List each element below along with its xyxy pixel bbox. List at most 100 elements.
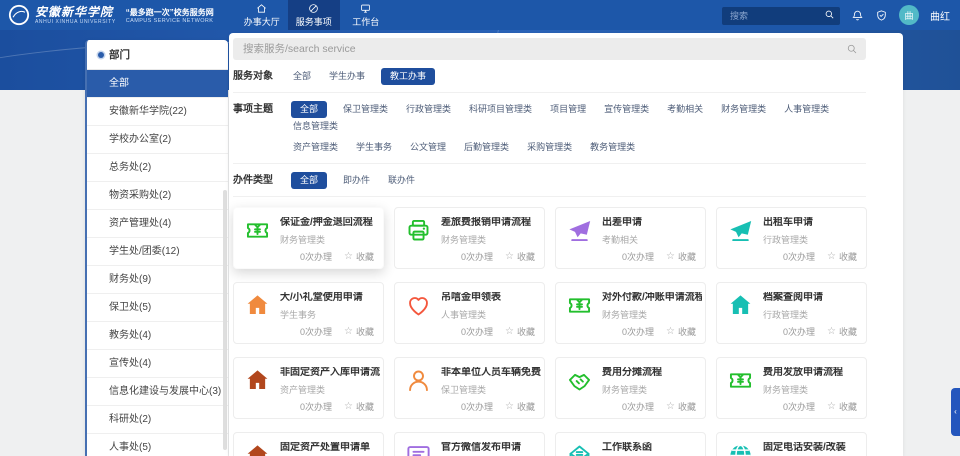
service-card[interactable]: 费用发放申请流程 财务管理类 0次办理 ☆ 收藏 xyxy=(716,357,867,419)
sidebar-item[interactable]: 学生处/团委(12) xyxy=(87,238,228,266)
service-title: 大/小礼堂使用申请 xyxy=(280,292,363,303)
service-title: 吊唁金申领表 xyxy=(441,292,501,303)
filter-option[interactable]: 信息管理类 xyxy=(291,118,340,135)
favorite-button[interactable]: ☆ 收藏 xyxy=(666,400,696,413)
site-tagline-en: CAMPUS SERVICE NETWORK xyxy=(125,17,214,24)
service-title: 固定资产处置申请单 xyxy=(280,442,370,453)
handle-count: 0次办理 xyxy=(783,402,816,412)
service-title: 出租车申请 xyxy=(763,217,813,228)
service-card[interactable]: 档案查阅申请 行政管理类 0次办理 ☆ 收藏 xyxy=(716,282,867,344)
service-title: 固定电话安装/改装 xyxy=(763,442,846,453)
sidebar-item[interactable]: 资产管理处(4) xyxy=(87,210,228,238)
favorite-button[interactable]: ☆ 收藏 xyxy=(827,250,857,263)
service-card[interactable]: 差旅费报销申请流程 财务管理类 0次办理 ☆ 收藏 xyxy=(394,207,545,269)
sidebar-item[interactable]: 安徽新华学院(22) xyxy=(87,98,228,126)
sidebar-item[interactable]: 宣传处(4) xyxy=(87,350,228,378)
service-card[interactable]: 出差申请 考勤相关 0次办理 ☆ 收藏 xyxy=(555,207,706,269)
filter-option[interactable]: 全部 xyxy=(291,68,313,85)
filter-option[interactable]: 财务管理类 xyxy=(719,101,768,118)
service-card[interactable]: 出租车申请 行政管理类 0次办理 ☆ 收藏 xyxy=(716,207,867,269)
service-card[interactable]: 官方微信发布申请 宣传管理类 0次办理 ☆收藏 xyxy=(394,432,545,456)
sidebar-item[interactable]: 保卫处(5) xyxy=(87,294,228,322)
favorite-button[interactable]: ☆ 收藏 xyxy=(344,250,374,263)
favorite-button[interactable]: ☆ 收藏 xyxy=(344,400,374,413)
service-card[interactable]: 费用分摊流程 财务管理类 0次办理 ☆ 收藏 xyxy=(555,357,706,419)
filter-option[interactable]: 学生事务 xyxy=(354,139,394,156)
filter-option[interactable]: 教务管理类 xyxy=(588,139,637,156)
star-icon: ☆ xyxy=(666,250,675,262)
favorite-button[interactable]: ☆ 收藏 xyxy=(505,400,535,413)
bell-icon[interactable] xyxy=(851,9,864,22)
sidebar-item[interactable]: 科研处(2) xyxy=(87,406,228,434)
filter-option[interactable]: 公文管理 xyxy=(408,139,448,156)
service-card[interactable]: 保证金/押金退回流程 财务管理类 0次办理 ☆ 收藏 xyxy=(233,207,384,269)
handle-count: 0次办理 xyxy=(461,252,494,262)
filter-option[interactable]: 即办件 xyxy=(341,172,372,189)
sidebar-item[interactable]: 信息化建设与发展中心(3) xyxy=(87,378,228,406)
filter-option-active[interactable]: 全部 xyxy=(291,101,328,118)
department-icon xyxy=(98,51,104,58)
sidebar-item[interactable]: 物资采购处(2) xyxy=(87,182,228,210)
chat-icon xyxy=(405,442,432,456)
filter-option[interactable]: 科研项目管理类 xyxy=(467,101,534,118)
favorite-button[interactable]: ☆ 收藏 xyxy=(827,325,857,338)
service-card[interactable]: 非本单位人员车辆免费卡... 保卫管理类 0次办理 ☆收藏 xyxy=(394,357,545,419)
ticket-icon xyxy=(244,217,271,244)
filter-option[interactable]: 行政管理类 xyxy=(404,101,453,118)
avatar[interactable]: 曲 xyxy=(899,5,919,25)
globe-icon xyxy=(727,442,754,456)
service-title: 费用分摊流程 xyxy=(602,367,662,378)
service-card[interactable]: 固定电话安装/改装 行政管理类 0次办理 ☆收藏 xyxy=(716,432,867,456)
filter-option[interactable]: 考勤相关 xyxy=(665,101,705,118)
favorite-button[interactable]: ☆ 收藏 xyxy=(344,325,374,338)
search-icon[interactable] xyxy=(824,9,835,20)
home-icon xyxy=(256,3,267,14)
handle-count: 0次办理 xyxy=(300,327,333,337)
plane-icon xyxy=(566,217,593,244)
sidebar-item-all[interactable]: 全部 xyxy=(87,70,228,98)
sidebar-item[interactable]: 教务处(4) xyxy=(87,322,228,350)
filter-option[interactable]: 保卫管理类 xyxy=(341,101,390,118)
printer-icon xyxy=(405,217,432,244)
filter-option[interactable]: 后勤管理类 xyxy=(462,139,511,156)
service-card[interactable]: 吊唁金申领表 人事管理类 0次办理 ☆ 收藏 xyxy=(394,282,545,344)
filter-option[interactable]: 联办件 xyxy=(386,172,417,189)
sidebar-scrollbar[interactable] xyxy=(223,190,227,450)
favorite-button[interactable]: ☆ 收藏 xyxy=(666,250,696,263)
username[interactable]: 曲红 xyxy=(930,8,950,23)
sidebar-item[interactable]: 总务处(2) xyxy=(87,154,228,182)
nav-item-service-matters[interactable]: 服务事项 xyxy=(287,0,340,30)
filter-option-active[interactable]: 全部 xyxy=(291,172,328,189)
service-card[interactable]: 对外付款/冲账申请流程 财务管理类 0次办理 ☆ 收藏 xyxy=(555,282,706,344)
service-card[interactable]: 非固定资产入库申请流程 资产管理类 0次办理 ☆ 收藏 xyxy=(233,357,384,419)
sidebar-item[interactable]: 学校办公室(2) xyxy=(87,126,228,154)
favorite-button[interactable]: ☆ 收藏 xyxy=(505,250,535,263)
favorite-button[interactable]: ☆ 收藏 xyxy=(666,325,696,338)
service-card[interactable]: 固定资产处置申请单 资产管理类 0次办理 ☆收藏 xyxy=(233,432,384,456)
filter-option[interactable]: 学生办事 xyxy=(327,68,367,85)
filter-option-active[interactable]: 教工办事 xyxy=(381,68,436,85)
service-card[interactable]: 大/小礼堂使用申请 学生事务 0次办理 ☆ 收藏 xyxy=(233,282,384,344)
expand-panel-tab[interactable]: ‹ xyxy=(951,388,960,436)
filter-option[interactable]: 宣传管理类 xyxy=(602,101,651,118)
sidebar-item[interactable]: 人事处(5) xyxy=(87,434,228,456)
sidebar-item[interactable]: 财务处(9) xyxy=(87,266,228,294)
service-card[interactable]: 工作联系函 行政管理类 0次办理 ☆收藏 xyxy=(555,432,706,456)
nav-item-service-hall[interactable]: 办事大厅 xyxy=(236,0,288,30)
filter-option[interactable]: 采购管理类 xyxy=(525,139,574,156)
search-icon[interactable] xyxy=(846,43,858,55)
filter-option[interactable]: 项目管理 xyxy=(548,101,588,118)
topbar-search-input[interactable] xyxy=(722,6,840,25)
house-icon xyxy=(244,292,271,319)
main-nav: 办事大厅 服务事项 工作台 xyxy=(236,0,392,30)
filter-option[interactable]: 人事管理类 xyxy=(782,101,831,118)
service-category: 财务管理类 xyxy=(602,310,648,320)
university-name-en: ANHUI XINHUA UNIVERSITY xyxy=(35,18,116,25)
shield-icon[interactable] xyxy=(875,9,888,22)
nav-item-workbench[interactable]: 工作台 xyxy=(340,0,392,30)
service-card-grid: 保证金/押金退回流程 财务管理类 0次办理 ☆ 收藏 差旅费报销申请流程 财务管理… xyxy=(233,207,867,456)
service-search-input[interactable] xyxy=(233,38,866,60)
favorite-button[interactable]: ☆ 收藏 xyxy=(827,400,857,413)
favorite-button[interactable]: ☆ 收藏 xyxy=(505,325,535,338)
filter-option[interactable]: 资产管理类 xyxy=(291,139,340,156)
